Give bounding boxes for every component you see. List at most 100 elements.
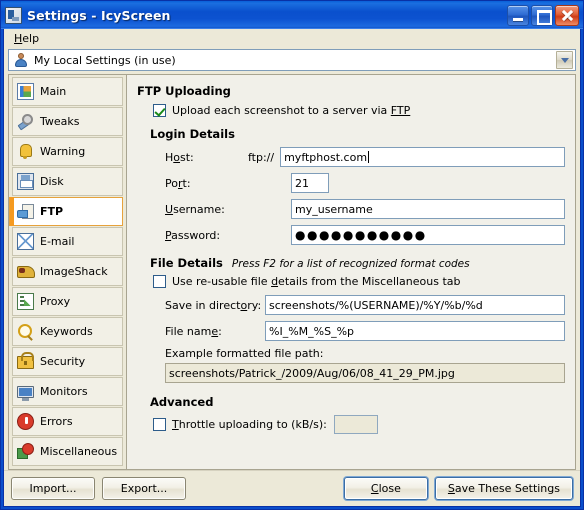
example-path-value: screenshots/Patrick_/2009/Aug/06/08_41_2… <box>165 363 565 383</box>
username-input[interactable]: my_username <box>291 199 565 219</box>
save-settings-button[interactable]: Save These Settings <box>434 477 573 500</box>
main-icon <box>17 83 34 100</box>
close-button[interactable]: Close <box>343 477 428 500</box>
profile-combo[interactable]: My Local Settings (in use) <box>8 49 576 71</box>
sidebar-item-miscellaneous[interactable]: Miscellaneous <box>12 437 123 466</box>
body-row: Main Tweaks Warning Disk FTP E-mail Imag… <box>4 74 580 470</box>
sidebar-item-proxy[interactable]: Proxy <box>12 287 123 316</box>
login-details-title: Login Details <box>150 127 235 141</box>
throttle-row: Throttle uploading to (kB/s): <box>153 415 565 434</box>
tweaks-icon <box>17 113 34 130</box>
upload-label-text: Upload each screenshot to a server via <box>172 104 391 117</box>
panel-title: FTP Uploading <box>137 84 231 98</box>
ftp-icon <box>17 203 34 220</box>
filename-label-b: : <box>218 324 222 338</box>
username-label-b: sername: <box>173 202 225 216</box>
close-accel: C <box>370 482 379 495</box>
disk-icon <box>17 173 34 190</box>
sidebar-item-main[interactable]: Main <box>12 77 123 106</box>
maximize-button[interactable] <box>531 4 553 26</box>
reusable-checkbox-row: Use re-usable file details from the Misc… <box>153 275 565 288</box>
sidebar-item-label: ImageShack <box>40 265 108 278</box>
port-input[interactable]: 21 <box>291 173 329 193</box>
sidebar-item-label: Miscellaneous <box>40 445 118 458</box>
text-caret <box>368 151 370 163</box>
port-label: Port: <box>137 177 248 190</box>
minimize-button[interactable] <box>507 4 529 26</box>
example-path-label: Example formatted file path: <box>165 347 324 360</box>
warning-icon <box>17 143 34 160</box>
sidebar-item-label: Keywords <box>40 325 93 338</box>
host-label-accel: o <box>173 150 181 164</box>
sidebar-item-label: Warning <box>40 145 86 158</box>
advanced-title: Advanced <box>150 395 214 409</box>
upload-checkbox-label: Upload each screenshot to a server via F… <box>172 104 410 117</box>
profile-combo-value: My Local Settings (in use) <box>34 53 176 67</box>
host-input[interactable]: myftphost.com <box>280 147 565 167</box>
file-details-header: File Details Press F2 for a list of reco… <box>150 256 565 270</box>
sidebar-item-warning[interactable]: Warning <box>12 137 123 166</box>
host-input-value: myftphost.com <box>284 150 368 164</box>
title-bar: Settings - IcyScreen <box>1 1 583 29</box>
sidebar-item-tweaks[interactable]: Tweaks <box>12 107 123 136</box>
sidebar-item-keywords[interactable]: Keywords <box>12 317 123 346</box>
sidebar-item-label: Security <box>40 355 86 368</box>
throttle-label-b: hrottle uploading to (kB/s): <box>178 418 327 431</box>
imageshack-icon <box>17 263 35 280</box>
client-area: Help My Local Settings (in use) Main Twe… <box>3 29 581 507</box>
save-dir-input[interactable]: screenshots/%(USERNAME)/%Y/%b/%d <box>265 295 565 315</box>
upload-checkbox[interactable] <box>153 104 166 117</box>
proxy-icon <box>17 293 34 310</box>
throttle-label-accel: T <box>172 418 179 431</box>
sidebar-item-ftp[interactable]: FTP <box>9 197 123 226</box>
file-details-title: File Details <box>150 256 223 270</box>
savedir-label-a: Save in direct <box>165 298 241 312</box>
savedir-label-b: ry: <box>247 298 262 312</box>
save-accel: S <box>447 482 455 495</box>
throttle-checkbox[interactable] <box>153 418 166 431</box>
port-label-a: Po <box>165 176 178 190</box>
host-row: Host: ftp:// myftphost.com <box>137 147 565 167</box>
ftp-scheme-prefix: ftp:// <box>248 150 275 164</box>
chevron-down-icon[interactable] <box>556 51 573 69</box>
sidebar: Main Tweaks Warning Disk FTP E-mail Imag… <box>8 74 126 470</box>
password-label-b: assword: <box>171 228 221 242</box>
save-dir-row: Save in directory: screenshots/%(USERNAM… <box>137 295 565 315</box>
import-button[interactable]: Import... <box>11 477 95 500</box>
port-row: Port: 21 <box>137 173 565 193</box>
sidebar-item-monitors[interactable]: Monitors <box>12 377 123 406</box>
misc-icon <box>17 443 34 460</box>
password-input[interactable]: ●●●●●●●●●●● <box>291 225 565 245</box>
sidebar-item-label: Errors <box>40 415 73 428</box>
export-button[interactable]: Export... <box>102 477 186 500</box>
password-row: Password: ●●●●●●●●●●● <box>137 225 565 245</box>
reusable-label-accel: d <box>271 275 279 288</box>
file-name-input[interactable]: %I_%M_%S_%p <box>265 321 565 341</box>
sidebar-item-errors[interactable]: Errors <box>12 407 123 436</box>
username-label-accel: U <box>165 202 174 216</box>
sidebar-item-disk[interactable]: Disk <box>12 167 123 196</box>
reusable-details-checkbox[interactable] <box>153 275 166 288</box>
window-controls <box>507 4 581 26</box>
sidebar-item-label: Tweaks <box>40 115 80 128</box>
sidebar-item-security[interactable]: Security <box>12 347 123 376</box>
ftp-settings-panel: FTP Uploading Upload each screenshot to … <box>126 74 576 470</box>
user-icon <box>13 52 29 68</box>
window-title: Settings - IcyScreen <box>27 7 171 23</box>
footer-buttons: Import... Export... Close Save These Set… <box>4 470 580 506</box>
settings-window: Settings - IcyScreen Help My Local Setti… <box>0 0 584 510</box>
sidebar-item-email[interactable]: E-mail <box>12 227 123 256</box>
reusable-details-label: Use re-usable file details from the Misc… <box>172 275 461 288</box>
menu-item-help[interactable]: Help <box>8 30 45 47</box>
example-path-row: screenshots/Patrick_/2009/Aug/06/08_41_2… <box>137 363 565 383</box>
throttle-input[interactable] <box>333 415 378 434</box>
host-label: Host: <box>137 151 248 164</box>
sidebar-item-imageshack[interactable]: ImageShack <box>12 257 123 286</box>
sidebar-item-label: E-mail <box>40 235 75 248</box>
sidebar-item-label: Proxy <box>40 295 71 308</box>
upload-label-accel: FTP <box>390 104 411 117</box>
filename-label-a: File nam <box>165 324 212 338</box>
errors-icon <box>17 413 34 430</box>
close-window-button[interactable] <box>555 4 579 26</box>
save-dir-label: Save in directory: <box>137 299 265 312</box>
